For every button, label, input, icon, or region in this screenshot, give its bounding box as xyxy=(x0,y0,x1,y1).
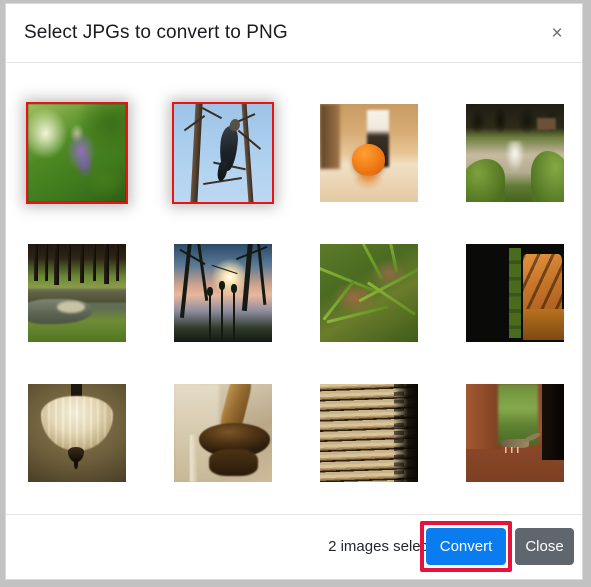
thumbnail-artwork xyxy=(466,244,564,342)
thumbnail-image xyxy=(320,104,418,202)
page-title: Select JPGs to convert to PNG xyxy=(24,22,288,43)
thumbnail-pendant-ceiling-lamp[interactable] xyxy=(28,384,126,482)
convert-dialog: Select JPGs to convert to PNG × 2 images… xyxy=(5,3,583,580)
thumbnail-stacked-books[interactable] xyxy=(320,384,418,482)
thumbnail-image xyxy=(174,104,272,202)
thumbnail-sunset-through-trees[interactable] xyxy=(174,244,272,342)
thumbnail-gallery xyxy=(6,63,582,515)
thumbnail-artwork xyxy=(320,384,418,482)
thumbnail-grid xyxy=(26,102,564,482)
thumbnail-pond-fountain[interactable] xyxy=(466,104,564,202)
thumbnail-image xyxy=(174,244,272,342)
close-icon[interactable]: × xyxy=(540,16,574,50)
thumbnail-image xyxy=(28,244,126,342)
close-button[interactable]: Close xyxy=(515,528,574,565)
thumbnail-salmon-dinner-plate[interactable] xyxy=(466,244,564,342)
thumbnail-bird-on-branches[interactable] xyxy=(172,102,274,204)
thumbnail-artwork xyxy=(28,104,126,202)
thumbnail-artwork xyxy=(320,104,418,202)
thumbnail-artwork xyxy=(28,384,126,482)
thumbnail-artwork xyxy=(174,384,272,482)
thumbnail-image xyxy=(466,244,564,342)
thumbnail-image xyxy=(174,384,272,482)
dialog-header: Select JPGs to convert to PNG × xyxy=(6,4,582,63)
thumbnail-artwork xyxy=(174,244,272,342)
convert-button[interactable]: Convert xyxy=(426,528,506,565)
thumbnail-artwork xyxy=(466,384,564,482)
thumbnail-artwork xyxy=(28,244,126,342)
thumbnail-lizard-on-stone[interactable] xyxy=(466,384,564,482)
thumbnail-artwork xyxy=(320,244,418,342)
thumbnail-image xyxy=(28,104,126,202)
thumbnail-image xyxy=(466,104,564,202)
thumbnail-image xyxy=(320,384,418,482)
thumbnail-orange-fruit[interactable] xyxy=(320,104,418,202)
thumbnail-woodland-stream[interactable] xyxy=(28,244,126,342)
thumbnail-wooden-banister[interactable] xyxy=(174,384,272,482)
thumbnail-image xyxy=(320,244,418,342)
thumbnail-artwork xyxy=(174,104,272,202)
thumbnail-grass-blades[interactable] xyxy=(320,244,418,342)
thumbnail-artwork xyxy=(466,104,564,202)
thumbnail-image xyxy=(28,384,126,482)
dialog-footer: 2 images selected Convert Close xyxy=(6,515,582,579)
thumbnail-image xyxy=(466,384,564,482)
thumbnail-purple-flower-spike[interactable] xyxy=(26,102,128,204)
